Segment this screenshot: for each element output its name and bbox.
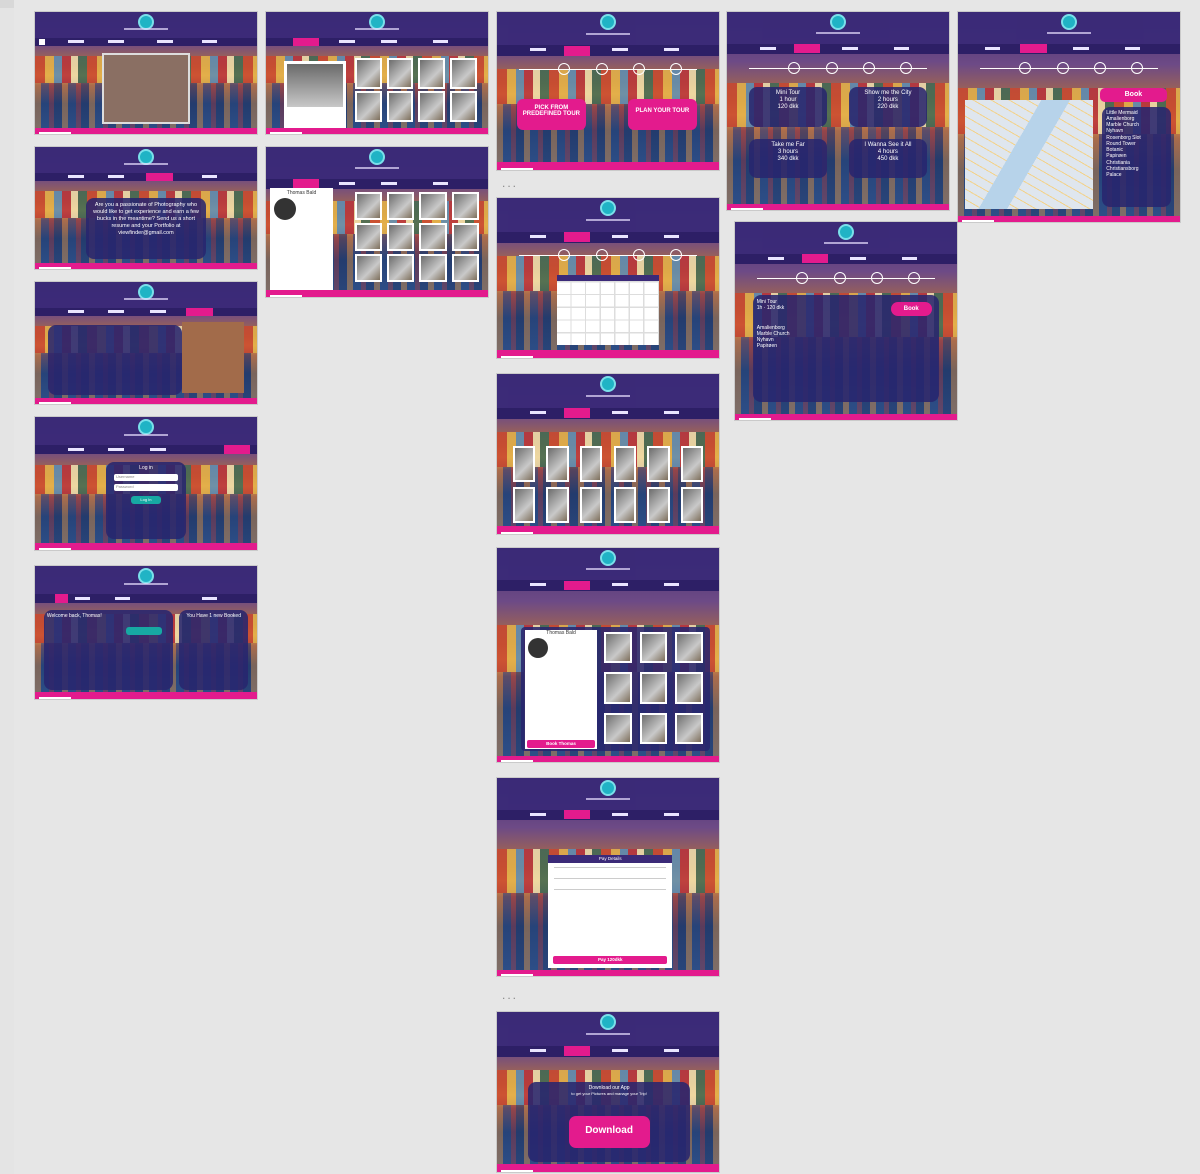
logo-icon bbox=[138, 418, 154, 435]
ellipsis: ... bbox=[502, 176, 519, 190]
tour-duration: 3 hours bbox=[778, 148, 799, 155]
tour-price: 220 dkk bbox=[877, 104, 899, 111]
photographer-choice-grid[interactable] bbox=[512, 446, 704, 523]
tour-name: I Wanna See it All bbox=[864, 141, 912, 148]
logo-icon bbox=[600, 1014, 616, 1031]
artboard-account[interactable]: Welcome back, Thomas! You Have 1 new Boo… bbox=[35, 566, 257, 699]
artboard-download[interactable]: Download our App to get your Pictures an… bbox=[497, 1012, 719, 1172]
tour-stops-panel: Little Mermaid Amalienborg Marble Church… bbox=[1102, 106, 1172, 208]
artboard-mini-tour[interactable]: Mini Tour 1h · 120 dkk Book Amalienborg … bbox=[735, 222, 957, 420]
password-field[interactable]: Password bbox=[114, 484, 178, 492]
book-photographer-button[interactable]: Book Thomas bbox=[527, 739, 595, 748]
avatar bbox=[528, 637, 549, 658]
login-button[interactable]: Log In bbox=[130, 496, 162, 505]
payment-form[interactable]: Pay Details Pay 120dkk bbox=[548, 855, 673, 969]
tour-card[interactable]: Mini Tour 1 hour 120 dkk bbox=[749, 87, 827, 127]
book-button[interactable]: Book bbox=[1100, 87, 1167, 103]
artboard-home[interactable] bbox=[35, 12, 257, 134]
profile-card: Thomas Bald bbox=[525, 629, 597, 749]
tour-duration: 1 hour bbox=[779, 97, 797, 104]
download-button[interactable]: Download bbox=[568, 1115, 650, 1148]
new-booking-button[interactable] bbox=[126, 627, 163, 636]
calendar[interactable] bbox=[556, 274, 660, 345]
artboard-payment[interactable]: Pay Details Pay 120dkk bbox=[497, 778, 719, 976]
payment-title: Pay Details bbox=[548, 855, 673, 864]
photographer-name: Thomas Bald bbox=[286, 189, 317, 196]
logo-icon bbox=[600, 376, 616, 393]
logo-icon bbox=[600, 13, 616, 30]
logo-icon bbox=[600, 549, 616, 566]
logo-icon bbox=[369, 148, 385, 165]
artboard-photographer-profile[interactable]: Thomas Bald bbox=[266, 147, 488, 297]
tour-price: 120 dkk bbox=[777, 104, 799, 111]
pay-button[interactable]: Pay 120dkk bbox=[553, 955, 668, 964]
artboard-login[interactable]: Log in Username Password Log In bbox=[35, 417, 257, 550]
artboard-pick-photographer[interactable] bbox=[497, 374, 719, 534]
bookings-panel: You Have 1 new Booked bbox=[179, 609, 249, 690]
artboard-tours[interactable]: Mini Tour 1 hour 120 dkk Show me the Cit… bbox=[727, 12, 949, 210]
hero-photo bbox=[101, 53, 191, 125]
logo-icon bbox=[600, 200, 616, 217]
tour-duration: 2 hours bbox=[877, 97, 898, 104]
logo-icon bbox=[830, 13, 846, 30]
logo-icon bbox=[138, 567, 154, 584]
login-title: Log in bbox=[139, 465, 153, 472]
photographer-photo bbox=[181, 322, 244, 393]
tour-card[interactable]: Show me the City 2 hours 220 dkk bbox=[849, 87, 927, 127]
download-panel: Download our App to get your Pictures an… bbox=[528, 1082, 691, 1163]
artboard-photographer-modal[interactable]: Thomas Bald Book Thomas bbox=[497, 548, 719, 762]
artboard-photography[interactable]: Are you a passionate of Photography who … bbox=[35, 147, 257, 269]
ellipsis: ... bbox=[502, 988, 519, 1002]
artboard-photographers[interactable] bbox=[266, 12, 488, 134]
artboard-about[interactable] bbox=[35, 282, 257, 404]
logo-icon bbox=[838, 223, 854, 240]
tour-stop: Palace bbox=[1106, 172, 1122, 178]
photography-text: Are you a passionate of Photography who … bbox=[93, 202, 199, 236]
tour-card[interactable]: I Wanna See it All 4 hours 450 dkk bbox=[849, 138, 927, 179]
account-panel: Welcome back, Thomas! bbox=[43, 609, 173, 690]
tour-name: Show me the City bbox=[864, 90, 912, 97]
download-subtitle: to get your Pictures and manage your Tri… bbox=[571, 1091, 647, 1097]
photographer-modal: Thomas Bald Book Thomas bbox=[521, 627, 711, 752]
tour-name: Mini Tour bbox=[775, 90, 801, 97]
home-icon[interactable] bbox=[39, 39, 46, 46]
bookings-title: You Have 1 new Booked bbox=[186, 612, 241, 619]
photography-panel: Are you a passionate of Photography who … bbox=[86, 198, 206, 260]
login-panel: Log in Username Password Log In bbox=[106, 462, 186, 540]
tour-price: 340 dkk bbox=[777, 155, 799, 162]
portfolio-grid bbox=[354, 192, 480, 282]
avatar bbox=[274, 197, 297, 220]
photographer-card[interactable] bbox=[283, 60, 346, 130]
about-panel bbox=[48, 324, 182, 396]
artboard-map-tour[interactable]: Book Little Mermaid Amalienborg Marble C… bbox=[958, 12, 1180, 222]
tour-duration: 4 hours bbox=[877, 148, 898, 155]
city-map[interactable] bbox=[964, 100, 1094, 210]
tour-detail-panel: Mini Tour 1h · 120 dkk Book Amalienborg … bbox=[752, 295, 940, 403]
portfolio-grid bbox=[604, 632, 703, 744]
photographer-grid bbox=[354, 58, 477, 122]
welcome-text: Welcome back, Thomas! bbox=[46, 612, 102, 619]
artboard-plan-tour[interactable]: PICK FROM PREDEFINED TOUR PLAN YOUR TOUR bbox=[497, 12, 719, 170]
logo-icon bbox=[1061, 13, 1077, 30]
profile-card: Thomas Bald bbox=[270, 187, 333, 293]
book-button[interactable]: Book bbox=[890, 301, 932, 316]
tour-stop: Papirøen bbox=[756, 343, 778, 350]
artboard-calendar[interactable] bbox=[497, 198, 719, 358]
photographer-name: Thomas Bald bbox=[546, 629, 576, 636]
predefined-tour-button[interactable]: PICK FROM PREDEFINED TOUR bbox=[516, 98, 586, 131]
tour-card[interactable]: Take me Far 3 hours 340 dkk bbox=[749, 138, 827, 179]
tour-price: 450 dkk bbox=[877, 155, 899, 162]
logo-icon bbox=[600, 779, 616, 796]
tour-name: Take me Far bbox=[771, 141, 805, 148]
plan-tour-button[interactable]: PLAN YOUR TOUR bbox=[627, 98, 697, 131]
username-field[interactable]: Username bbox=[114, 474, 178, 482]
